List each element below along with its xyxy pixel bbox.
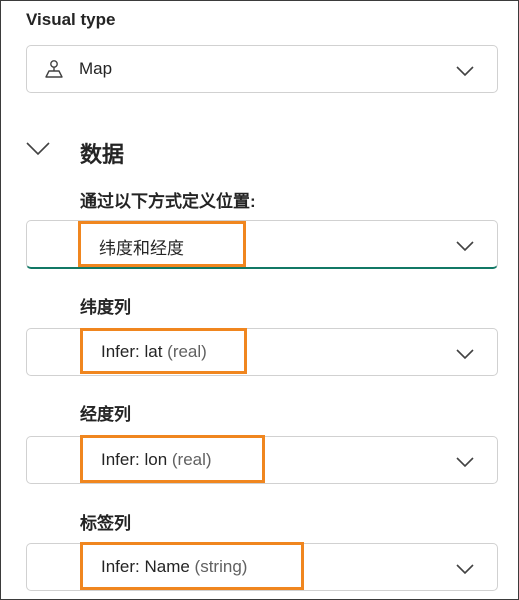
chevron-down-icon xyxy=(455,562,475,575)
longitude-label: 经度列 xyxy=(80,405,131,424)
section-title[interactable]: 数据 xyxy=(80,137,124,169)
map-pin-icon xyxy=(45,59,63,79)
location-label: 通过以下方式定义位置: xyxy=(80,192,256,211)
chevron-down-icon xyxy=(455,455,475,468)
visual-type-value: Map xyxy=(79,59,113,78)
latitude-highlight-box xyxy=(80,328,247,374)
chevron-down-icon xyxy=(455,64,475,77)
label-column-highlight-box xyxy=(80,542,304,590)
section-collapse-chevron-icon[interactable] xyxy=(25,140,51,158)
location-highlight-box xyxy=(78,221,246,267)
visual-type-dropdown[interactable]: Map xyxy=(26,45,498,93)
latitude-label: 纬度列 xyxy=(80,298,131,317)
chevron-down-icon xyxy=(455,239,475,252)
chevron-down-icon xyxy=(455,347,475,360)
visual-type-label: Visual type xyxy=(26,10,116,29)
label-column-label: 标签列 xyxy=(80,514,131,533)
longitude-highlight-box xyxy=(80,435,265,483)
